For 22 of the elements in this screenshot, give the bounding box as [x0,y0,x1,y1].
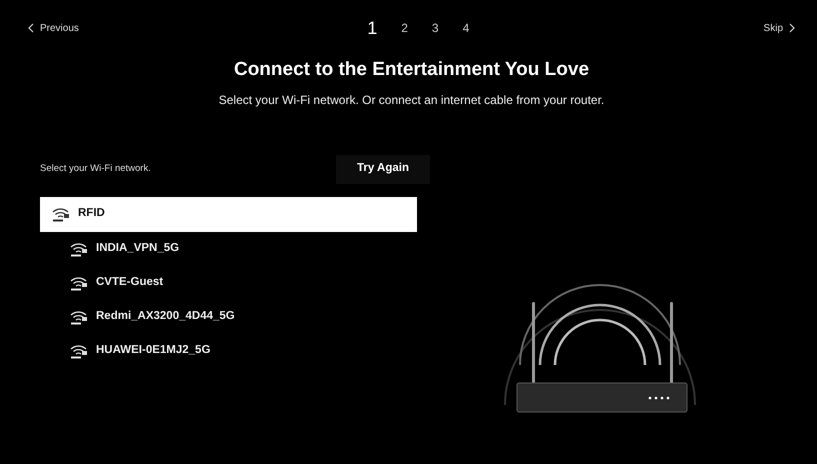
network-prompt: Select your Wi-Fi network. [40,162,151,176]
skip-button[interactable]: Skip [764,20,795,36]
network-item[interactable]: HUAWEI-0E1MJ2_5G [40,334,417,368]
page-title: Connect to the Entertainment You Love [232,58,590,82]
try-again-button[interactable]: Try Again [336,154,430,184]
previous-button[interactable]: Previous [28,20,79,36]
network-item[interactable]: Redmi_AX3200_4D44_5G [40,300,417,334]
wifi-icon [70,240,88,256]
wifi-icon [52,206,70,222]
wifi-icon [70,342,88,358]
network-item[interactable]: CVTE-Guest [40,266,417,300]
network-item[interactable]: INDIA_VPN_5G [40,232,417,266]
step-tab[interactable]: 3 [432,16,439,40]
step-tab[interactable]: 2 [401,16,408,40]
page-subtitle: Select your Wi-Fi network. Or connect an internet cable from your router. [218,92,606,108]
step-tab[interactable]: 4 [462,16,470,40]
step-tab[interactable]: 1 [367,16,378,40]
chevron-left-icon [28,23,34,33]
network-item[interactable]: RFID [40,196,417,232]
wifi-icon [70,308,88,324]
wifi-icon [70,274,88,290]
chevron-right-icon [789,23,795,33]
